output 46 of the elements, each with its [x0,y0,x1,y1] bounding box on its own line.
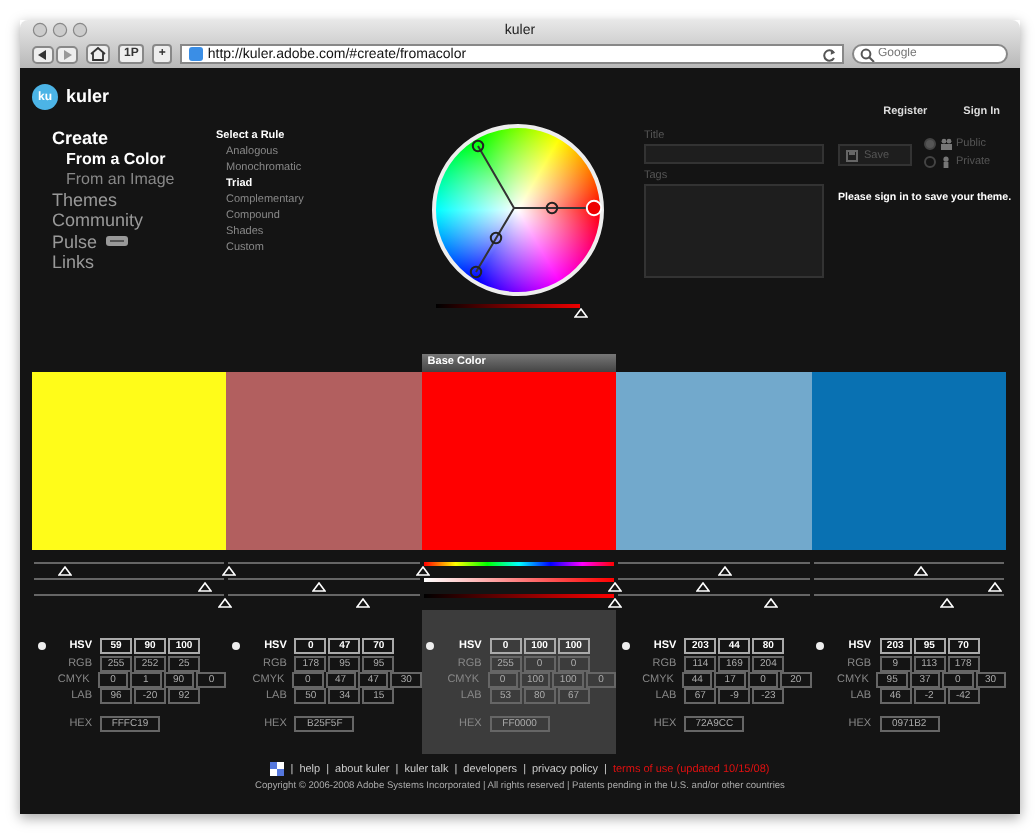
slider-handle[interactable] [718,566,733,576]
slider-handle[interactable] [311,582,326,592]
slider-handle[interactable] [217,598,232,608]
slider-handle[interactable] [607,582,622,592]
slider-handle[interactable] [607,598,622,608]
slider-handle[interactable] [764,598,778,608]
tags-field[interactable] [644,184,824,278]
slider-handle[interactable] [573,308,587,318]
people-icon [940,138,952,150]
bullet-icon [231,641,240,649]
slider-handle[interactable] [987,582,1002,592]
slider-handle[interactable] [198,582,213,592]
bullet-icon [426,641,435,649]
nav-item[interactable]: Themes [52,189,118,210]
nav-subitem[interactable]: From an Image [52,169,216,189]
slider-handle[interactable] [695,582,710,592]
page-icon [187,46,204,62]
home-icon[interactable] [86,44,110,64]
nav-subitem[interactable]: From a Color [52,149,216,169]
back-icon[interactable] [32,45,54,63]
person-icon [940,156,952,168]
logo-text[interactable]: kuler [66,84,110,110]
radio-button[interactable] [924,156,936,168]
color-swatch[interactable] [811,372,1006,550]
color-swatch[interactable] [32,372,227,550]
slider-handle[interactable] [416,566,431,576]
slider-handle[interactable] [221,566,236,576]
nav-item[interactable]: Pulse [52,231,98,252]
color-swatch[interactable] [616,372,812,550]
bullet-icon [816,641,825,649]
color-swatch[interactable] [421,372,617,550]
slider-handle[interactable] [57,566,72,576]
title-field[interactable] [644,144,824,164]
bullet-icon [37,641,45,649]
flag-icon [270,762,285,776]
nav-item[interactable]: Create [52,128,109,149]
bullet-icon [621,641,630,649]
slider-handle[interactable] [939,598,954,608]
slider-handle[interactable] [355,598,370,608]
radio-button[interactable] [924,138,936,150]
nav-item[interactable]: Community [52,210,144,231]
search-icon [860,48,876,62]
slider-handle[interactable] [913,566,928,576]
nav-item[interactable]: Links [52,252,95,273]
reload-icon[interactable] [822,47,836,61]
color-swatch[interactable] [226,372,422,550]
